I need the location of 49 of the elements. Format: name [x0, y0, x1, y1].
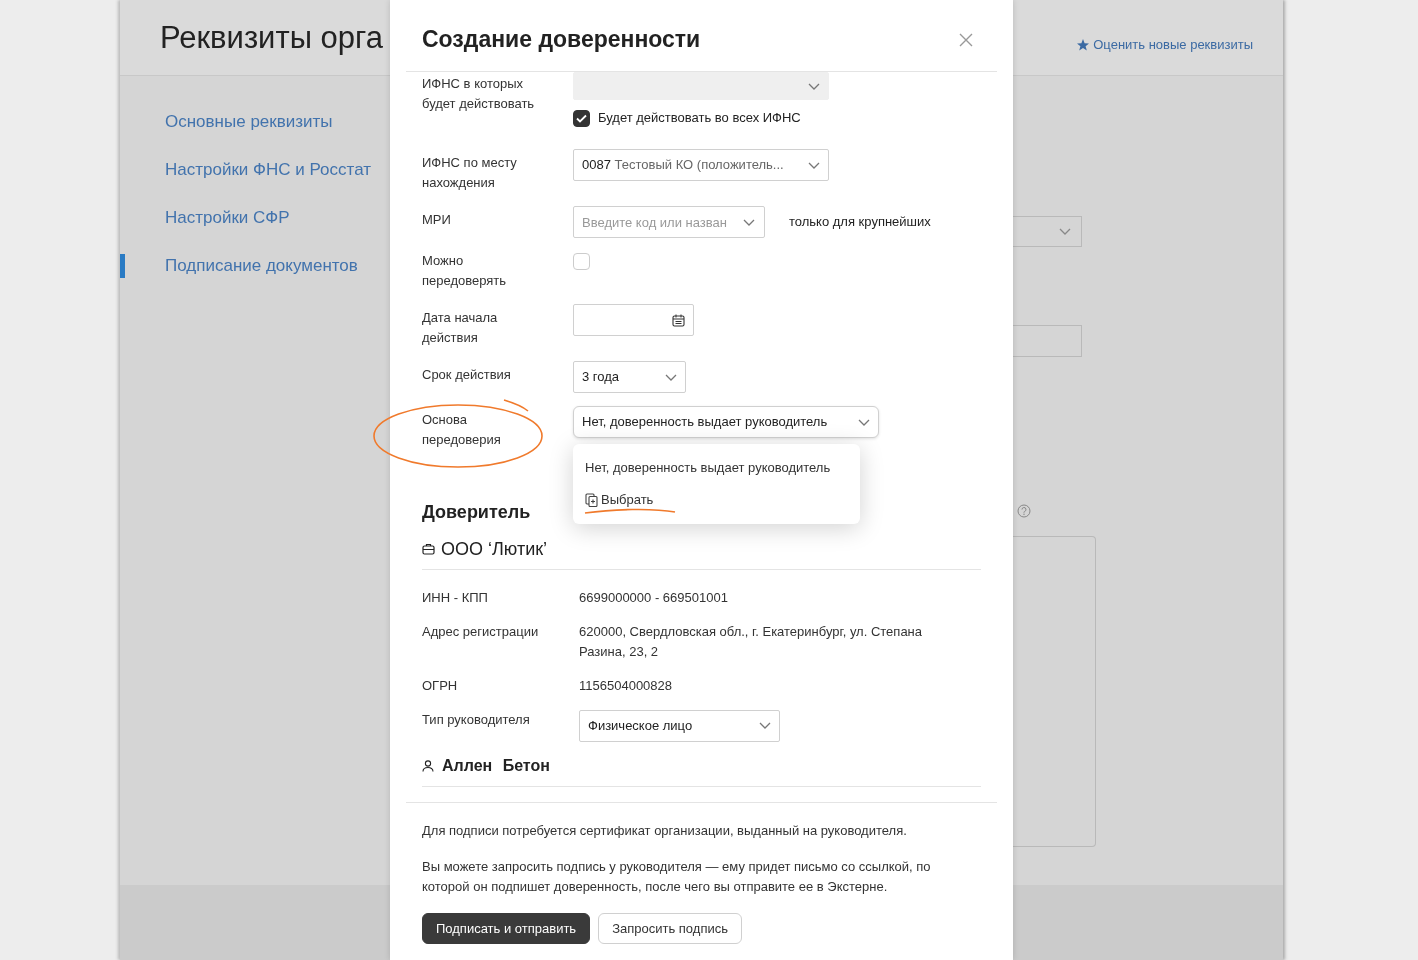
info-label: ОГРН — [422, 676, 459, 695]
menu-item[interactable]: Нет, доверенность выдает руководитель — [573, 452, 860, 484]
combo-field[interactable]: Введите код или назван — [573, 206, 765, 238]
dialog-title: Создание доверенности — [422, 25, 701, 54]
person-name: Аллен Бетон — [442, 755, 550, 776]
menu-item[interactable]: Выбрать — [573, 484, 860, 516]
document-icon — [585, 493, 598, 507]
section-heading: Доверитель — [422, 502, 531, 524]
info-value: 1156504000828 — [579, 676, 674, 695]
close-icon — [959, 32, 973, 47]
select-field[interactable]: 3 года — [573, 361, 686, 393]
chevron-down-icon — [858, 418, 870, 426]
request-signature-button[interactable]: Запросить подпись — [598, 913, 742, 944]
select-field[interactable]: Физическое лицо — [579, 709, 780, 742]
rate-link[interactable]: Оценить новые реквизиты — [1077, 34, 1253, 55]
chevron-down-icon — [808, 161, 820, 169]
info-label: ИНН - КПП — [422, 588, 489, 607]
sign-and-send-button[interactable]: Подписать и отправить — [422, 913, 591, 944]
chevron-down-icon — [743, 219, 755, 226]
select-field[interactable]: 0087 Тестовый КО (положитель... — [573, 149, 829, 181]
field-label: Дата начала действия — [422, 309, 499, 347]
date-field[interactable] — [573, 304, 694, 336]
field-label: Основа передоверия — [422, 411, 502, 449]
info-text: Для подписи потребуется сертификат организации, выданный на руководителя. — [422, 822, 908, 840]
field-label: ИФНС в которых будет действовать — [422, 75, 536, 113]
field-label: Можно передоверять — [422, 252, 508, 290]
field-label: ИФНС по месту нахождения — [422, 154, 518, 192]
info-label: Тип руководителя — [422, 710, 531, 729]
check-icon — [576, 113, 587, 123]
field-label: МРИ — [422, 211, 452, 229]
page-title: Реквизиты орга — [160, 18, 383, 57]
organization-name: ООО ‘Лютик’ — [441, 537, 548, 561]
chevron-down-icon — [1059, 228, 1071, 235]
field-hint: только для крупнейших — [789, 213, 931, 231]
help-icon — [1017, 504, 1031, 518]
briefcase-icon — [422, 543, 435, 556]
select-field[interactable]: Нет, доверенность выдает руководитель — [573, 406, 879, 438]
person-icon — [422, 759, 434, 772]
chevron-down-icon — [665, 373, 677, 381]
checkbox-label: Будет действовать во всех ИФНС — [598, 109, 801, 127]
chevron-down-icon — [759, 722, 771, 730]
info-text: Вы можете запросить подпись у руководителя — ему придет письмо со ссылкой, по которой он подпишет доверенность, после чего вы отправите ее в Экстерне. — [422, 858, 932, 896]
info-value: 620000, Свердловская обл., г. Екатеринбург, ул. Степана Разина, 23, 2 — [579, 622, 923, 661]
info-value: 6699000000 - 669501001 — [579, 588, 729, 607]
field-label: Срок действия — [422, 366, 512, 384]
calendar-icon — [672, 313, 685, 327]
info-label: Адрес регистрации — [422, 622, 540, 641]
chevron-down-icon — [808, 82, 820, 90]
star-icon — [1077, 38, 1090, 51]
